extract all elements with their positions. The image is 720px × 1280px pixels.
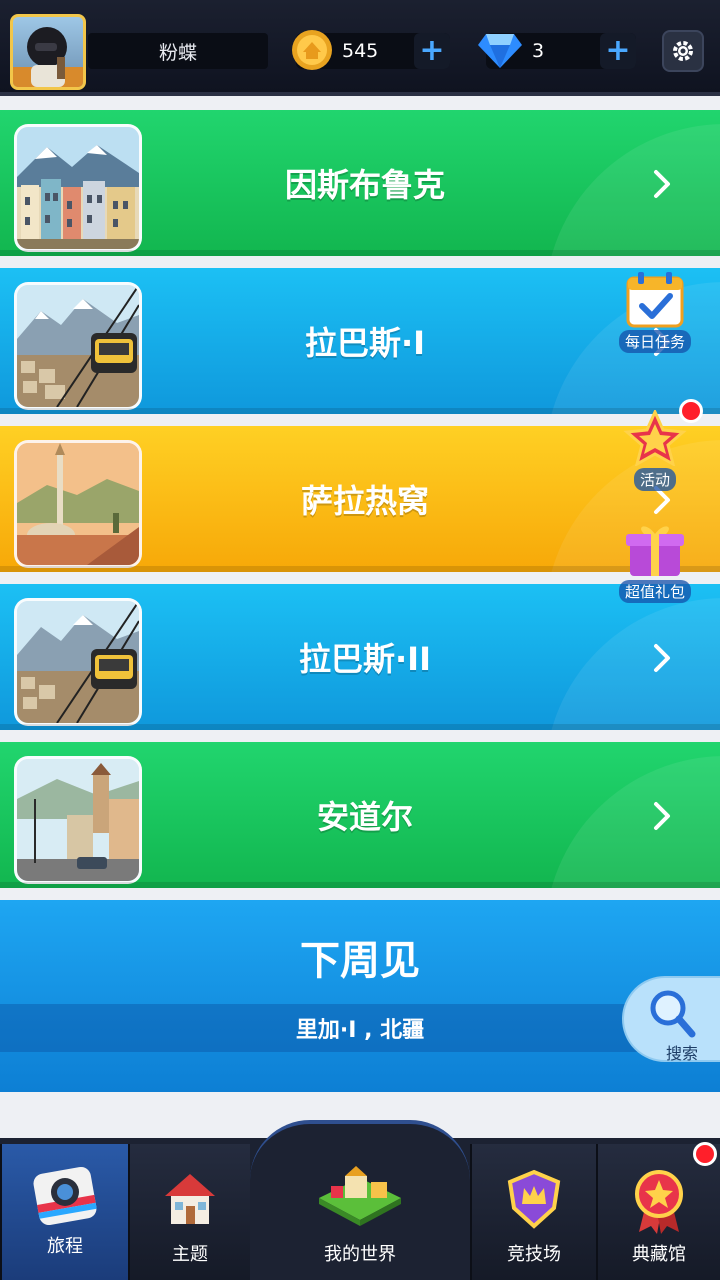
la-paz-cable-car-image <box>17 601 139 723</box>
row-divider <box>0 408 720 414</box>
add-coins-button[interactable]: + <box>414 33 450 69</box>
avatar-character-icon <box>13 27 83 87</box>
next-week-levels: 里加·I , 北疆 <box>0 1004 720 1052</box>
player-name: 粉蝶 <box>88 33 268 69</box>
next-week-title: 下周见 <box>300 938 420 984</box>
coin-icon <box>292 30 332 70</box>
level-thumbnail <box>14 282 142 410</box>
gift-box-icon <box>626 526 684 576</box>
nav-my-world[interactable]: 我的世界 <box>250 1144 470 1280</box>
next-week-card: 下周见 里加·I , 北疆 <box>0 900 720 1092</box>
chevron-right-icon <box>654 802 670 830</box>
level-row-andorra[interactable]: 安道尔 <box>0 742 720 888</box>
world-blocks-icon <box>319 1166 401 1226</box>
house-icon <box>165 1174 215 1224</box>
coin-count: 545 <box>342 40 379 62</box>
nav-theme[interactable]: 主题 <box>128 1144 250 1280</box>
nav-journey-label: 旅程 <box>47 1236 83 1257</box>
search-label: 搜索 <box>666 1044 699 1063</box>
chevron-right-icon <box>654 644 670 672</box>
nav-my-world-label: 我的世界 <box>324 1244 396 1265</box>
row-divider <box>0 566 720 572</box>
diamond-icon <box>478 34 522 68</box>
level-name: 安道尔 <box>316 798 413 836</box>
events-button[interactable]: 活动 <box>614 408 696 491</box>
magnifier-icon <box>650 990 696 1038</box>
player-avatar[interactable] <box>10 14 86 90</box>
daily-tasks-label: 每日任务 <box>618 330 691 353</box>
nav-journey[interactable]: 旅程 <box>0 1144 128 1280</box>
settings-button[interactable] <box>662 30 704 72</box>
sarajevo-minaret-image <box>17 443 139 565</box>
level-thumbnail <box>14 124 142 252</box>
events-notification-dot <box>679 399 703 423</box>
add-gems-button[interactable]: + <box>600 33 636 69</box>
gift-pack-button[interactable]: 超值礼包 <box>614 520 696 603</box>
la-paz-cable-car-image <box>17 285 139 407</box>
medal-icon <box>635 1170 683 1234</box>
level-name: 拉巴斯·II <box>299 640 431 678</box>
calendar-check-icon <box>626 272 684 328</box>
level-row-innsbruck[interactable]: 因斯布鲁克 <box>0 110 720 256</box>
row-divider <box>0 250 720 256</box>
level-name: 因斯布鲁克 <box>284 166 445 204</box>
level-thumbnail <box>14 440 142 568</box>
level-row-la-paz-1[interactable]: 拉巴斯·I <box>0 268 720 414</box>
top-bar: 粉蝶 545 + 3 + <box>0 0 720 96</box>
search-button[interactable]: 搜索 <box>622 976 720 1063</box>
gem-count: 3 <box>532 40 545 62</box>
crown-shield-icon <box>507 1169 561 1229</box>
chevron-right-icon <box>654 170 670 198</box>
daily-tasks-button[interactable]: 每日任务 <box>614 270 696 353</box>
star-icon <box>623 408 687 468</box>
events-label: 活动 <box>633 468 676 491</box>
nav-arena[interactable]: 竞技场 <box>470 1144 596 1280</box>
level-row-la-paz-2[interactable]: 拉巴斯·II <box>0 584 720 730</box>
level-name: 萨拉热窝 <box>300 482 429 520</box>
level-row-sarajevo[interactable]: 萨拉热窝 <box>0 426 720 572</box>
gift-pack-label: 超值礼包 <box>618 580 691 603</box>
nav-arena-label: 竞技场 <box>507 1244 561 1265</box>
innsbruck-houses-image <box>17 127 139 249</box>
row-divider <box>0 724 720 730</box>
camera-icon <box>33 1166 97 1226</box>
gear-icon <box>673 41 693 61</box>
level-name: 拉巴斯·I <box>304 324 426 362</box>
nav-collection-label: 典藏馆 <box>632 1244 686 1265</box>
andorra-street-image <box>17 759 139 881</box>
collection-notification-dot <box>693 1142 717 1166</box>
level-thumbnail <box>14 756 142 884</box>
nav-theme-label: 主题 <box>172 1244 208 1265</box>
row-divider <box>0 882 720 888</box>
level-thumbnail <box>14 598 142 726</box>
